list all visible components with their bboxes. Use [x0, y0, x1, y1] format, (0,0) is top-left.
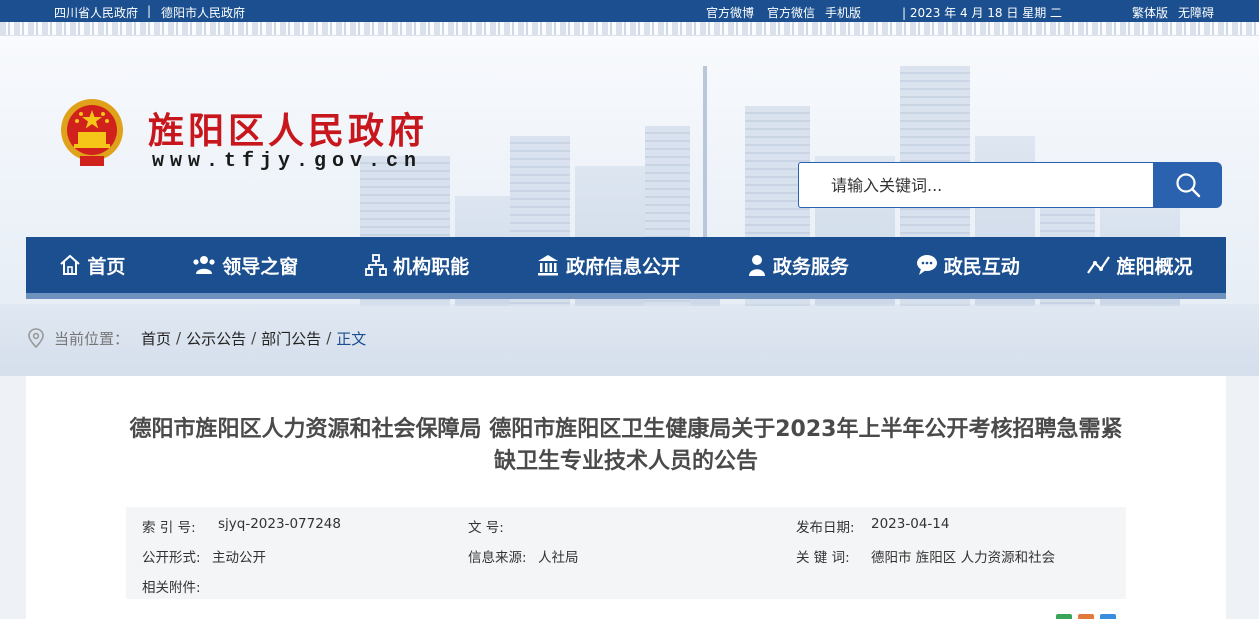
meta-form-value: 主动公开	[212, 550, 266, 566]
chart-line-icon	[1086, 256, 1110, 274]
nav-item-gov-info[interactable]: 政府信息公开	[503, 237, 714, 293]
home-icon	[60, 254, 81, 275]
link-deyang-gov[interactable]: 德阳市人民政府	[161, 4, 245, 21]
nav-item-home[interactable]: 首页	[26, 237, 159, 293]
nav-item-label: 机构职能	[393, 255, 470, 278]
meta-publish-label: 发布日期:	[796, 520, 855, 536]
top-bar: 四川省人民政府 | 德阳市人民政府 官方微博 官方微信 手机版 | 2023 年…	[0, 0, 1259, 22]
wechat-share-icon[interactable]	[1056, 614, 1072, 619]
main-nav: 首页 领导之窗 机构职能 政府信息公开 政务服务 政民互动 旌阳概况	[26, 237, 1226, 293]
link-mobile[interactable]: 手机版	[825, 4, 861, 21]
link-wechat[interactable]: 官方微信	[767, 4, 815, 21]
org-chart-icon	[365, 254, 388, 276]
nav-item-label: 政务服务	[772, 255, 849, 278]
nav-item-leaders[interactable]: 领导之窗	[159, 237, 332, 293]
breadcrumb-current: 正文	[336, 329, 367, 348]
nav-underline	[26, 293, 1226, 299]
article-title: 德阳市旌阳区人力资源和社会保障局 德阳市旌阳区卫生健康局关于2023年上半年公开…	[129, 417, 1123, 474]
meta-source-label: 信息来源:	[468, 550, 527, 566]
meta-publish-value: 2023-04-14	[871, 516, 950, 532]
breadcrumb: 当前位置： 首页 / 公示公告 / 部门公告 / 正文	[26, 327, 366, 349]
nav-item-services[interactable]: 政务服务	[713, 237, 882, 293]
people-icon	[193, 256, 215, 274]
topbar-divider: |	[147, 4, 152, 18]
meta-index-label: 索 引 号:	[142, 520, 196, 536]
meta-keywords-value: 德阳市 旌阳区 人力资源和社会	[871, 550, 1056, 566]
nav-item-label: 旌阳概况	[1116, 255, 1193, 278]
link-weibo[interactable]: 官方微博	[706, 4, 754, 21]
nav-item-organization[interactable]: 机构职能	[332, 237, 503, 293]
meta-keywords-label: 关 键 词:	[796, 550, 850, 566]
breadcrumb-separator: /	[176, 329, 182, 347]
chat-icon	[916, 255, 937, 275]
breadcrumb-dept-notices[interactable]: 部门公告	[261, 328, 321, 349]
nav-item-label: 领导之窗	[222, 255, 299, 278]
search-icon	[1175, 173, 1200, 198]
user-service-icon	[748, 255, 765, 276]
breadcrumb-prefix: 当前位置：	[54, 329, 130, 348]
meta-form-label: 公开形式:	[142, 550, 201, 566]
site-url: www.tfjy.gov.cn	[152, 150, 423, 173]
weibo-share-icon[interactable]	[1078, 614, 1094, 619]
breadcrumb-separator: /	[251, 329, 257, 347]
tv-tower	[703, 66, 707, 266]
nav-item-label: 政民互动	[943, 255, 1020, 278]
decorative-border	[0, 22, 1259, 36]
article-meta-table: 索 引 号: sjyq-2023-077248 文 号: 发布日期: 2023-…	[126, 507, 1126, 599]
link-traditional[interactable]: 繁体版	[1132, 4, 1168, 21]
share-tools	[1056, 614, 1116, 619]
search-box	[798, 162, 1154, 208]
search-input[interactable]	[799, 163, 1154, 207]
current-date: | 2023 年 4 月 18 日 星期 二	[902, 6, 1063, 20]
link-sichuan-gov[interactable]: 四川省人民政府	[54, 4, 138, 21]
location-pin-icon	[28, 328, 44, 348]
meta-index-value: sjyq-2023-077248	[218, 516, 341, 532]
link-accessible[interactable]: 无障碍	[1178, 4, 1214, 21]
nav-item-label: 首页	[87, 255, 126, 278]
breadcrumb-home[interactable]: 首页	[141, 328, 171, 349]
qq-share-icon[interactable]	[1100, 614, 1116, 619]
nav-item-label: 政府信息公开	[566, 255, 681, 278]
meta-attach-label: 相关附件:	[142, 580, 201, 596]
breadcrumb-separator: /	[326, 329, 332, 347]
nav-item-overview[interactable]: 旌阳概况	[1053, 237, 1226, 293]
meta-source-value: 人社局	[538, 550, 579, 566]
search-button[interactable]	[1153, 162, 1222, 208]
national-emblem-icon	[61, 99, 123, 166]
breadcrumb-notices[interactable]: 公示公告	[186, 328, 246, 349]
building-icon	[538, 255, 558, 276]
site-title[interactable]: 旌阳区人民政府	[148, 102, 428, 154]
meta-doc-no-label: 文 号:	[468, 520, 504, 536]
nav-item-interaction[interactable]: 政民互动	[882, 237, 1053, 293]
article-container: 德阳市旌阳区人力资源和社会保障局 德阳市旌阳区卫生健康局关于2023年上半年公开…	[26, 376, 1226, 619]
